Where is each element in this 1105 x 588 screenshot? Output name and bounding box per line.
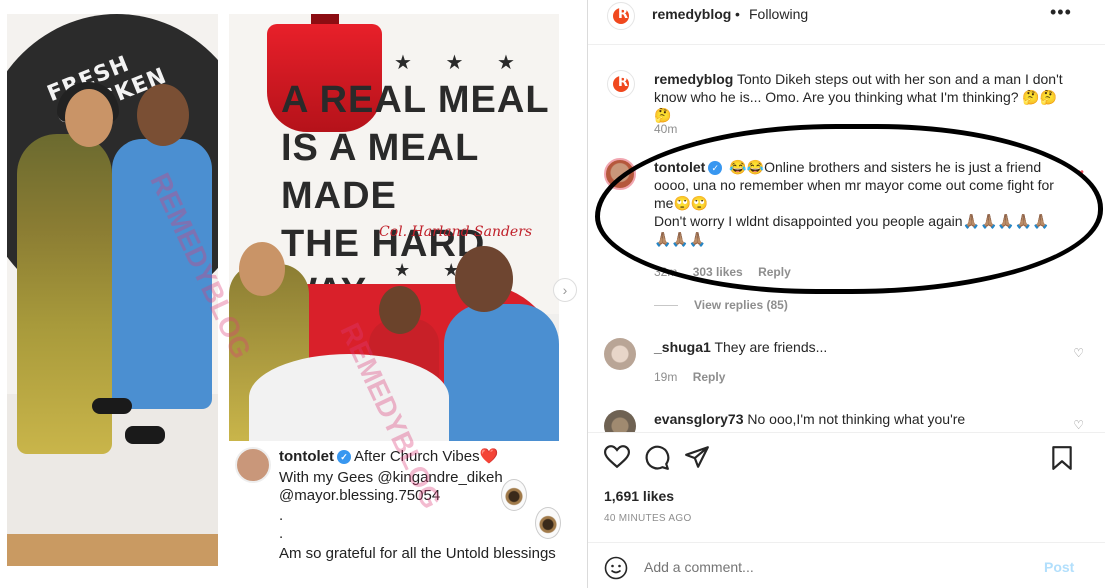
view-replies-button[interactable]: View replies (85)	[654, 298, 788, 312]
heart-emoji: ❤️	[479, 448, 499, 465]
man-shoe	[92, 398, 132, 414]
signature: Col. Harland Sanders	[379, 224, 533, 240]
likes-count[interactable]: 1,691 likes	[604, 488, 674, 504]
share-icon[interactable]	[684, 445, 710, 474]
verified-icon: ✓	[336, 450, 351, 465]
photo-restaurant: ★ ★ ★ A REAL MEAL IS A MEAL MADE THE HAR…	[229, 14, 559, 441]
more-horizontal-icon[interactable]: •••	[1050, 2, 1072, 23]
avatar	[235, 447, 271, 483]
man-head	[137, 84, 189, 146]
caption-dot: .	[279, 525, 284, 542]
comment-body: They are friends...	[714, 339, 828, 355]
comment-meta: 19m Reply	[654, 370, 737, 384]
emoji-icon[interactable]	[604, 556, 628, 585]
add-comment-bar: Post	[588, 542, 1105, 588]
post-header: R remedyblog • Following •••	[588, 0, 1105, 58]
bookmark-icon[interactable]	[1050, 445, 1074, 476]
heart-icon[interactable]	[603, 445, 631, 474]
post-media[interactable]: FRESH CHICKEN ★ ★ ★ A REAL MEAL IS A MEA…	[0, 0, 587, 588]
comment-input[interactable]	[644, 559, 1024, 575]
woman-head	[239, 242, 285, 296]
divider	[654, 305, 678, 307]
caption-dot: .	[279, 507, 284, 524]
comment-time[interactable]: 19m	[654, 370, 677, 384]
slogan-line: IS A MEAL MADE	[281, 127, 479, 217]
heart-icon[interactable]: ♡	[1073, 418, 1084, 432]
comment-text: remedyblog Tonto Dikeh steps out with he…	[654, 70, 1064, 124]
avatar[interactable]	[604, 338, 636, 370]
comment-body: No ooo,I'm not thinking what you're	[747, 411, 966, 427]
following-button[interactable]: Following	[749, 6, 808, 22]
view-replies-label: View replies (85)	[694, 298, 788, 312]
woman-head	[65, 89, 113, 147]
highlight-circle	[595, 124, 1103, 294]
floor-wood	[7, 534, 218, 566]
comment-username[interactable]: evansglory73	[654, 411, 744, 427]
caption-line: With my Gees @kingandre_dikeh	[279, 469, 503, 486]
caption-username: tontolet	[279, 448, 334, 465]
post-button[interactable]: Post	[1044, 559, 1074, 575]
author-username[interactable]: remedyblog	[652, 6, 731, 22]
post-panel: R remedyblog • Following ••• R remedyblo…	[587, 0, 1105, 588]
eyes-emoji	[501, 479, 527, 511]
next-image-button[interactable]: ›	[553, 278, 577, 302]
photo-couple: FRESH CHICKEN	[7, 14, 218, 566]
reply-button[interactable]: Reply	[693, 370, 726, 384]
stars-decoration: ★ ★ ★	[394, 52, 529, 74]
man-shoe	[125, 426, 165, 444]
action-bar	[588, 432, 1105, 486]
comment-username[interactable]: _shuga1	[654, 339, 711, 355]
man-head	[455, 246, 513, 312]
avatar[interactable]: R	[607, 2, 635, 30]
divider	[588, 44, 1105, 45]
boy-head	[379, 286, 421, 334]
heart-icon[interactable]: ♡	[1073, 346, 1084, 360]
comment-text: _shuga1 They are friends...	[654, 338, 1064, 356]
comment-time[interactable]: 40m	[654, 122, 677, 136]
post-timestamp: 40 MINUTES AGO	[604, 513, 692, 524]
comment-text: evansglory73 No ooo,I'm not thinking wha…	[654, 410, 1064, 428]
avatar[interactable]	[604, 410, 636, 432]
caption-line: Am so grateful for all the Untold blessi…	[279, 545, 556, 562]
eyes-emoji	[535, 507, 561, 539]
comment-meta: 40m	[654, 122, 689, 136]
avatar[interactable]: R	[607, 70, 635, 98]
man-figure	[444, 304, 559, 441]
slogan-line: A REAL MEAL	[281, 79, 550, 121]
comment-username[interactable]: remedyblog	[654, 71, 733, 87]
separator: •	[735, 6, 740, 22]
comment-icon[interactable]	[644, 445, 670, 476]
